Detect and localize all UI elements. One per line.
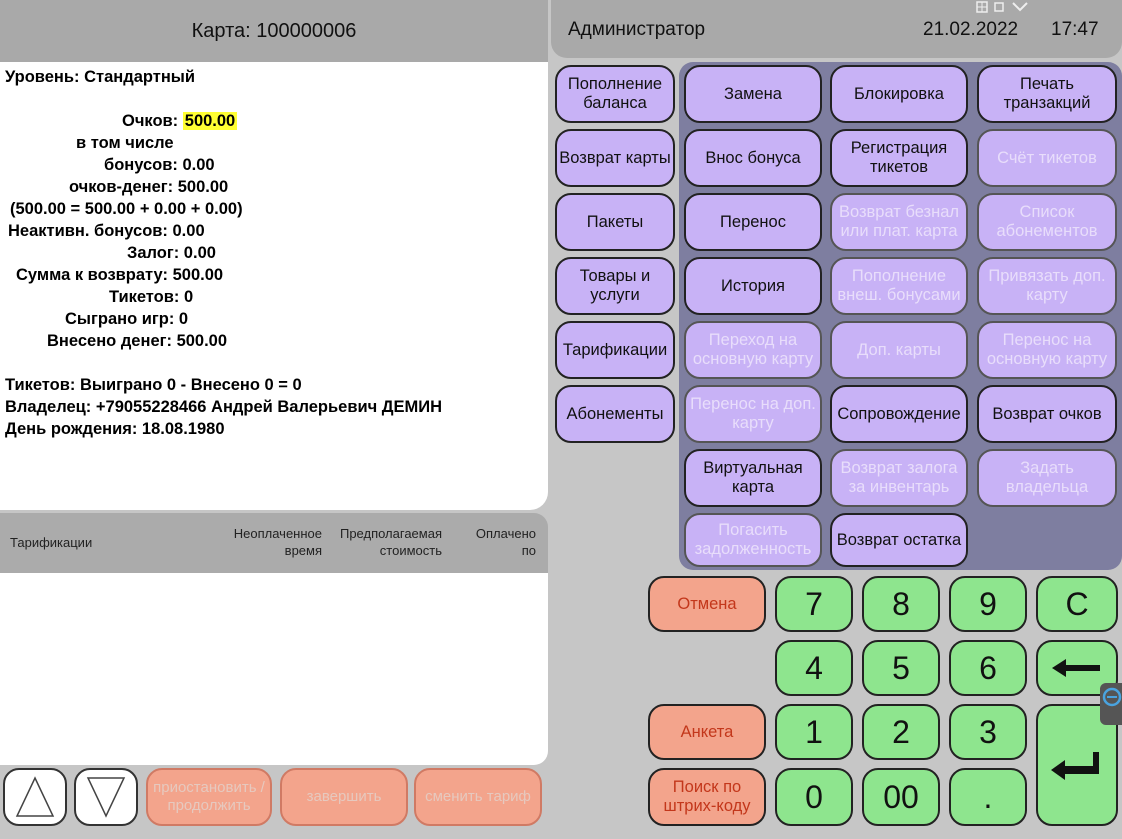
print-transactions-button[interactable]: Печать транзакций: [977, 65, 1117, 123]
history-button[interactable]: История: [684, 257, 822, 315]
key-1[interactable]: 1: [775, 704, 853, 760]
points-return-button[interactable]: Возврат очков: [977, 385, 1117, 443]
card-info-panel: Уровень: Стандартный Очков: 500.00 в том…: [0, 62, 548, 510]
transfer-to-main-card-button[interactable]: Перенос на основную карту: [977, 321, 1117, 379]
col-paid-until: Оплачено по: [475, 526, 536, 558]
level-text: Уровень: Стандартный: [5, 68, 196, 86]
points-label: Очков: 500.00: [122, 110, 238, 132]
card-title-text: Карта: 100000006: [191, 19, 357, 42]
cancel-button[interactable]: Отмена: [648, 576, 766, 632]
topup-balance-button[interactable]: Пополнение баланса: [555, 65, 675, 123]
ticket-count-button[interactable]: Счёт тикетов: [977, 129, 1117, 187]
formula-text: (500.00 = 500.00 + 0.00 + 0.00): [10, 200, 243, 218]
col-unpaid-time: Неоплаченное время: [233, 526, 322, 558]
noncash-return-button[interactable]: Возврат безнал или плат. карта: [830, 193, 968, 251]
including-text: в том числе: [76, 134, 174, 152]
card-return-button[interactable]: Возврат карты: [555, 129, 675, 187]
key-9[interactable]: 9: [949, 576, 1027, 632]
bonus-deposit-button[interactable]: Внос бонуса: [684, 129, 822, 187]
block-button[interactable]: Блокировка: [830, 65, 968, 123]
escort-button[interactable]: Сопровождение: [830, 385, 968, 443]
goods-services-button[interactable]: Товары и услуги: [555, 257, 675, 315]
birthday-text: День рождения: 18.08.1980: [5, 420, 225, 438]
scroll-down-button[interactable]: [74, 768, 138, 826]
key-0[interactable]: 0: [775, 768, 853, 826]
points-money-text: очков-денег: 500.00: [69, 178, 229, 196]
refund-sum-text: Сумма к возврату: 500.00: [16, 266, 224, 284]
points-label-text: Очков:: [122, 112, 179, 130]
virtual-card-button[interactable]: Виртуальная карта: [684, 449, 822, 507]
key-3[interactable]: 3: [949, 704, 1027, 760]
window-icons: [976, 1, 1028, 13]
external-bonus-topup-button[interactable]: Пополнение внеш. бонусами: [830, 257, 968, 315]
packages-button[interactable]: Пакеты: [555, 193, 675, 251]
up-arrow-icon: [15, 776, 55, 817]
deposit-text: Залог: 0.00: [127, 244, 216, 262]
money-deposited-text: Внесено денег: 500.00: [47, 332, 228, 350]
date-text: 21.02.2022: [923, 19, 1019, 40]
subscriptions-button[interactable]: Абонементы: [555, 385, 675, 443]
go-to-main-card-button[interactable]: Переход на основную карту: [684, 321, 822, 379]
key-clear[interactable]: C: [1036, 576, 1118, 632]
window-controls[interactable]: [975, 0, 1033, 14]
pause-resume-button[interactable]: приостановить / продолжить: [146, 768, 272, 826]
transfer-button[interactable]: Перенос: [684, 193, 822, 251]
tariff-table-body[interactable]: [0, 573, 548, 765]
tickets-summary-text: Тикетов: Выиграно 0 - Внесено 0 = 0: [5, 376, 302, 394]
user-name: Администратор: [568, 19, 706, 40]
col-estimated-cost: Предполагаемая стоимость: [339, 526, 442, 558]
games-played-text: Сыграно игр: 0: [65, 310, 189, 328]
owner-text: Владелец: +79055228466 Андрей Валерьевич…: [5, 398, 443, 416]
transfer-to-extra-card-button[interactable]: Перенос на доп. карту: [684, 385, 822, 443]
backspace-arrow-icon: [1052, 659, 1100, 677]
down-arrow-icon: [86, 777, 126, 818]
key-6[interactable]: 6: [949, 640, 1027, 696]
key-2[interactable]: 2: [862, 704, 940, 760]
inactive-bonuses-text: Неактивн. бонусов: 0.00: [8, 222, 205, 240]
key-7[interactable]: 7: [775, 576, 853, 632]
tariffs-button[interactable]: Тарификации: [555, 321, 675, 379]
col-tariffs: Тарификации: [10, 535, 93, 550]
deposit-return-button[interactable]: Возврат залога за инвентарь: [830, 449, 968, 507]
set-owner-button[interactable]: Задать владельца: [977, 449, 1117, 507]
subscriptions-list-button[interactable]: Список абонементов: [977, 193, 1117, 251]
time-text: 17:47: [1051, 19, 1099, 40]
balance-return-button[interactable]: Возврат остатка: [830, 513, 968, 567]
swap-icon: [1102, 687, 1122, 707]
side-tab-handle[interactable]: [1100, 683, 1122, 725]
key-8[interactable]: 8: [862, 576, 940, 632]
points-value: 500.00: [182, 112, 238, 130]
finish-button[interactable]: завершить: [280, 768, 408, 826]
key-00[interactable]: 00: [862, 768, 940, 826]
key-5[interactable]: 5: [862, 640, 940, 696]
scroll-up-button[interactable]: [3, 768, 67, 826]
tariff-table-header: Тарификации Неоплаченное время Предполаг…: [0, 513, 548, 573]
pay-debt-button[interactable]: Погасить задолженность: [684, 513, 822, 567]
top-bar: Администратор 21.02.2022 17:47: [551, 0, 1122, 58]
enter-arrow-icon: [1051, 752, 1099, 780]
extra-cards-button[interactable]: Доп. карты: [830, 321, 968, 379]
bonuses-text: бонусов: 0.00: [104, 156, 215, 174]
card-title: Карта: 100000006: [0, 0, 548, 62]
key-4[interactable]: 4: [775, 640, 853, 696]
change-tariff-button[interactable]: сменить тариф: [414, 768, 542, 826]
tickets-text: Тикетов: 0: [109, 288, 194, 306]
barcode-search-button[interactable]: Поиск по штрих-коду: [648, 768, 766, 826]
ticket-registration-button[interactable]: Регистрация тикетов: [830, 129, 968, 187]
replace-button[interactable]: Замена: [684, 65, 822, 123]
key-dot[interactable]: .: [949, 768, 1027, 826]
form-button[interactable]: Анкета: [648, 704, 766, 760]
bind-extra-card-button[interactable]: Привязать доп. карту: [977, 257, 1117, 315]
